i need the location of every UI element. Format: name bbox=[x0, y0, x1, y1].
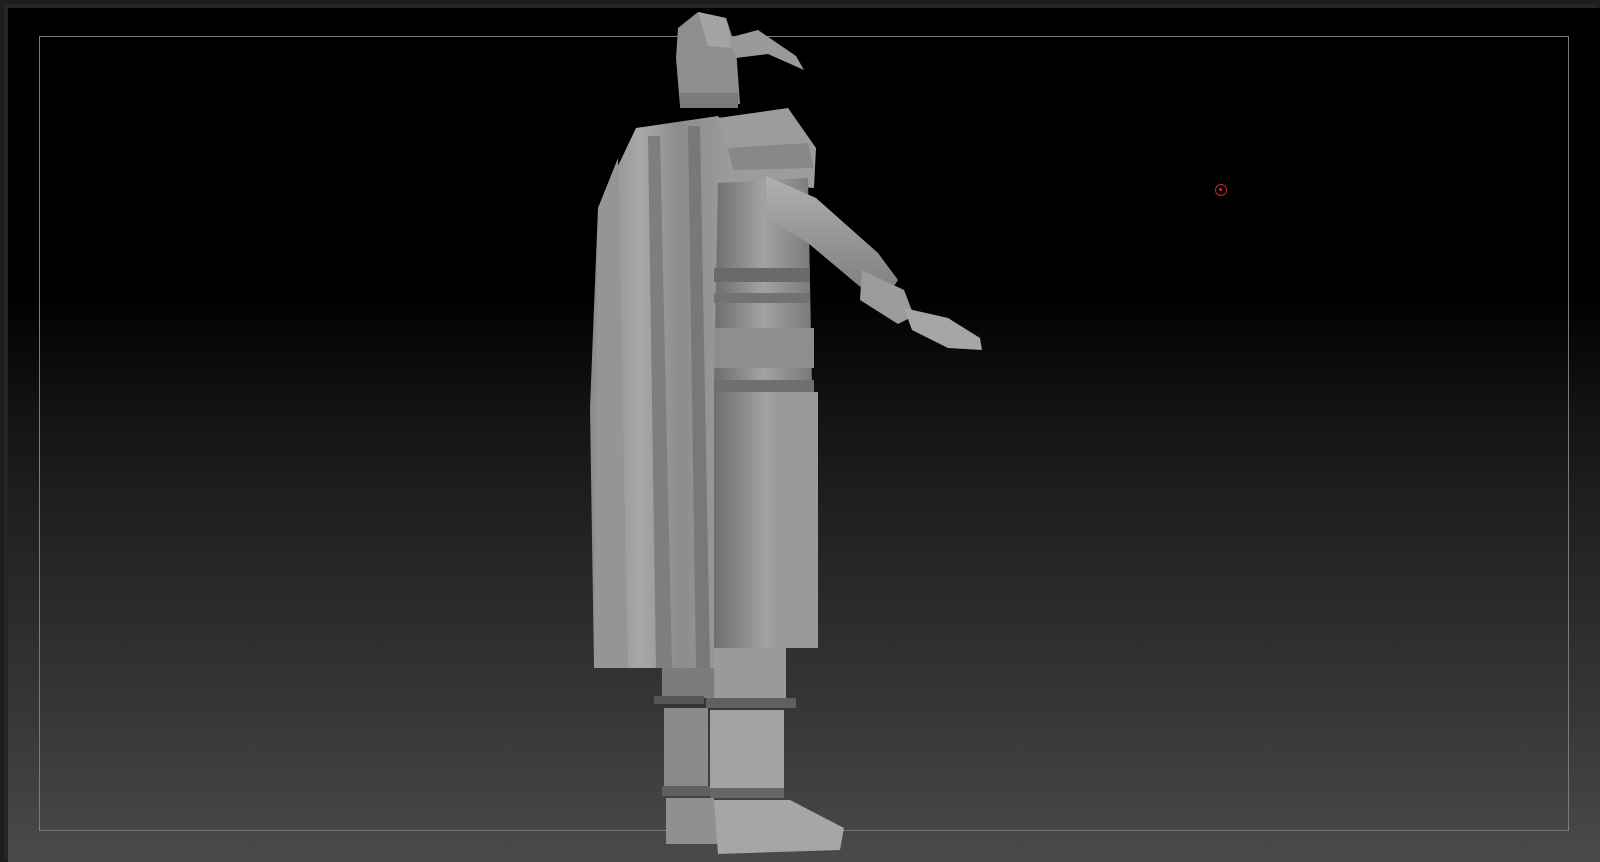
legs bbox=[654, 648, 844, 854]
helmet bbox=[676, 12, 804, 108]
brush-cursor-icon bbox=[1215, 184, 1227, 196]
3d-viewport-canvas[interactable] bbox=[8, 8, 1600, 862]
app-window bbox=[0, 0, 1600, 862]
sculpt-model-knight[interactable] bbox=[568, 8, 1028, 858]
torso bbox=[714, 178, 818, 648]
